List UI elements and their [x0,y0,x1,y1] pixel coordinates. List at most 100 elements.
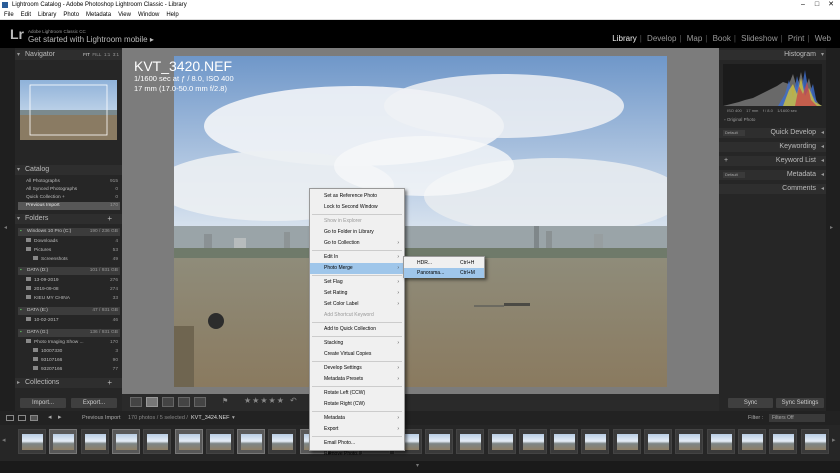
volume-header[interactable]: ▪ DATA (D:) 101 / 931 GB [18,267,120,275]
original-photo-checkbox[interactable]: ▫ Original Photo [724,117,755,122]
filmstrip-thumbnail[interactable] [424,429,453,454]
filmstrip-thumbnail[interactable] [612,429,641,454]
second-window-icon[interactable] [6,415,14,421]
menu-edit[interactable]: Edit [21,12,31,18]
keywording-header[interactable]: Keywording ◂ [719,142,826,152]
menu-view[interactable]: View [118,12,131,18]
filmstrip-thumbnail[interactable] [18,429,46,454]
rotate-icon[interactable]: ↶ [290,396,297,405]
second-window-2-icon[interactable] [18,415,26,421]
back-arrow-icon[interactable]: ◂ [48,411,52,425]
mobile-promo-link[interactable]: Get started with Lightroom mobile ▸ [28,35,154,44]
dropdown-icon[interactable]: ▾ [232,411,235,425]
filmstrip-thumbnail[interactable] [456,429,485,454]
context-menu-item[interactable]: Set Color Label › [310,299,404,310]
catalog-header[interactable]: ▾ Catalog [15,165,122,175]
histogram-graph[interactable] [723,64,822,106]
zoom-fit[interactable]: FIT [83,52,90,57]
keyword-list-header[interactable]: + Keyword List ◂ [719,156,826,166]
sync-button[interactable]: Sync [728,398,773,408]
minimize-button[interactable]: – [796,0,810,10]
filmstrip-thumbnail[interactable] [111,429,140,454]
filmstrip-thumbnail[interactable] [80,429,109,454]
histogram-header[interactable]: Histogram ▾ [719,50,826,60]
zoom-1-1[interactable]: 1:1 [104,52,110,57]
module-slideshow[interactable]: Slideshow [741,34,777,43]
folder-item[interactable]: 2019-09-08 274 [18,286,120,294]
folder-item[interactable]: 93207166 77 [18,366,120,374]
quick-develop-header[interactable]: Default Quick Develop ◂ [719,128,826,138]
filmstrip-thumbnail[interactable] [581,429,610,454]
filmstrip-thumbnail[interactable] [675,429,704,454]
add-collection-icon[interactable]: + [107,378,112,388]
flag-icon[interactable]: ⚑ [222,397,228,405]
folder-item[interactable]: 13-09-2019 276 [18,277,120,285]
metadata-preset-dropdown[interactable]: Default [723,172,745,178]
context-menu-item[interactable]: Go to Collection › [310,238,404,249]
context-menu-item[interactable]: Photo Merge › [310,263,404,274]
context-menu-item[interactable]: Rotate Right (CW) [310,399,404,410]
context-menu-item[interactable]: Email Photo... [310,438,404,449]
context-menu-item[interactable]: Set Rating › [310,288,404,299]
filmstrip-thumbnail[interactable] [205,429,234,454]
folder-item[interactable]: Downloads 4 [18,238,120,246]
filmstrip-thumbnail[interactable] [769,429,798,454]
forward-arrow-icon[interactable]: ▸ [58,411,62,425]
volume-header[interactable]: ▪ DATA (E:) 47 / 931 GB [18,307,120,315]
rating-stars[interactable]: ★★★★★ [244,396,285,405]
folder-item[interactable]: Pictures 53 [18,247,120,255]
volume-header[interactable]: ▪ DATA (G:) 136 / 931 GB [18,329,120,337]
navigator-preview[interactable] [20,80,117,140]
filmstrip-thumbnail[interactable] [49,429,78,454]
add-folder-icon[interactable]: + [107,214,112,224]
main-photo[interactable] [174,56,667,387]
navigator-header[interactable]: ▾ Navigator FIT FILL 1:1 3:1 [15,50,122,60]
folder-item[interactable]: KIEU MY CHINA 33 [18,295,120,303]
comments-header[interactable]: Comments ◂ [719,184,826,194]
survey-view-icon[interactable] [178,397,190,407]
filmstrip-thumbnail[interactable] [706,429,735,454]
close-button[interactable]: ✕ [824,0,838,10]
context-menu-item[interactable]: Lock to Second Window [310,202,404,213]
sync-settings-button[interactable]: Sync Settings [776,398,824,408]
import-button[interactable]: Import... [20,398,66,408]
zoom-fill[interactable]: FILL [92,52,101,57]
filmstrip-thumbnail[interactable] [268,429,297,454]
filmstrip-thumbnail[interactable] [143,429,172,454]
module-web[interactable]: Web [815,34,831,43]
compare-view-icon[interactable] [162,397,174,407]
grid-view-icon[interactable] [130,397,142,407]
menu-file[interactable]: File [4,12,14,18]
maximize-button[interactable]: □ [810,0,824,10]
filmstrip-thumbnail[interactable] [237,429,266,454]
catalog-item-selected[interactable]: Previous Import 170 [18,202,120,210]
catalog-item[interactable]: All Synced Photographs 0 [18,186,120,194]
module-develop[interactable]: Develop [647,34,676,43]
export-button[interactable]: Export... [71,398,117,408]
collapse-right-icon[interactable]: ▸ [830,224,833,231]
filmstrip-thumbnail[interactable] [644,429,672,454]
filmstrip-thumbnail[interactable] [800,429,829,454]
context-menu-item[interactable]: Remove Photo... [310,449,404,460]
collections-header[interactable]: ▸ Collections + [15,378,122,388]
menu-help[interactable]: Help [166,12,178,18]
preset-dropdown[interactable]: Default [723,130,745,136]
context-menu-item[interactable]: Export › [310,424,404,435]
context-menu-item[interactable]: Create Virtual Copies [310,349,404,360]
context-menu-item[interactable]: Stacking › [310,338,404,349]
context-menu-item[interactable]: Edit In › [310,252,404,263]
folder-item[interactable]: 10-02-2017 46 [18,317,120,325]
collapse-left-icon[interactable]: ◂ [4,224,7,231]
menu-library[interactable]: Library [38,12,56,18]
folders-header[interactable]: ▾ Folders + [15,214,122,224]
folder-item[interactable]: Screenshots 49 [18,256,120,264]
context-menu-item[interactable]: Metadata Presets › [310,374,404,385]
filmstrip-thumbnail[interactable] [487,429,516,454]
loupe-view-icon[interactable] [146,397,158,407]
submenu-item[interactable]: Panorama... Ctrl+M [404,268,484,278]
catalog-item[interactable]: All Photographs 915 [18,178,120,186]
module-book[interactable]: Book [713,34,731,43]
filmstrip-scroll-right-icon[interactable]: ▸ [832,436,836,444]
module-library[interactable]: Library [612,34,636,43]
filter-dropdown[interactable]: Filters Off [769,414,825,422]
